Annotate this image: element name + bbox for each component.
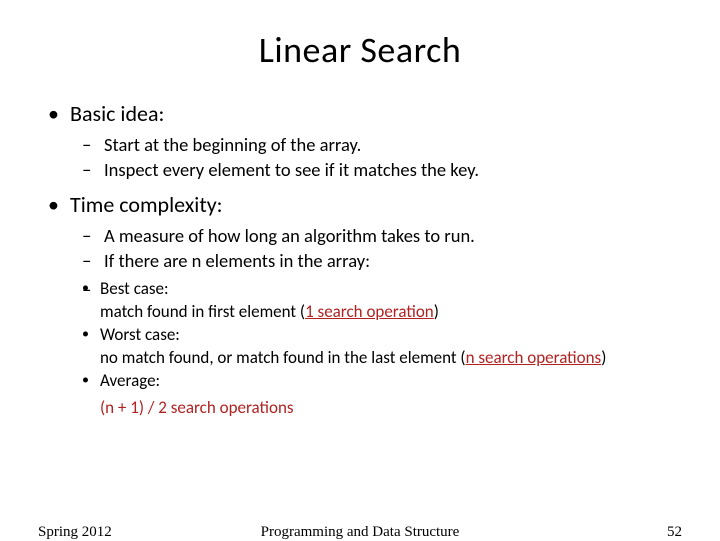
case-worst-label: Worst case: [70,324,680,347]
case-best-text-a: match found in first element ( [100,301,305,322]
slide-body: Basic idea: Start at the beginning of th… [0,72,720,420]
bullet-time-complexity: Time complexity: A measure of how long a… [40,191,680,420]
bullet-basic-idea: Basic idea: Start at the beginning of th… [40,100,680,183]
case-avg-label: Average: [70,370,680,393]
tc-sub-2: If there are n elements in the array: [70,249,680,274]
case-worst-text: no match found, or match found in the la… [70,347,680,370]
case-best-highlight: 1 search operation [305,301,434,322]
case-worst-highlight: n search operations [466,347,602,368]
case-best-text: match found in first element (1 search o… [70,301,680,324]
time-complexity-label: Time complexity: [70,191,223,218]
case-worst-text-a: no match found, or match found in the la… [100,347,466,368]
case-avg-value: (n + 1) / 2 search operations [70,393,680,420]
footer-page-number: 52 [667,524,682,541]
slide-title: Linear Search [0,0,720,72]
tc-sub-1: A measure of how long an algorithm takes… [70,224,680,249]
case-worst-text-c: ) [601,347,606,368]
basic-idea-sub-2: Inspect every element to see if it match… [70,158,680,183]
case-best-label: Best case: [70,278,680,301]
case-best-text-c: ) [434,301,439,322]
basic-idea-label: Basic idea: [70,100,164,127]
footer-course: Programming and Data Structure [0,524,720,541]
slide: Linear Search Basic idea: Start at the b… [0,0,720,540]
basic-idea-sub-1: Start at the beginning of the array. [70,133,680,158]
